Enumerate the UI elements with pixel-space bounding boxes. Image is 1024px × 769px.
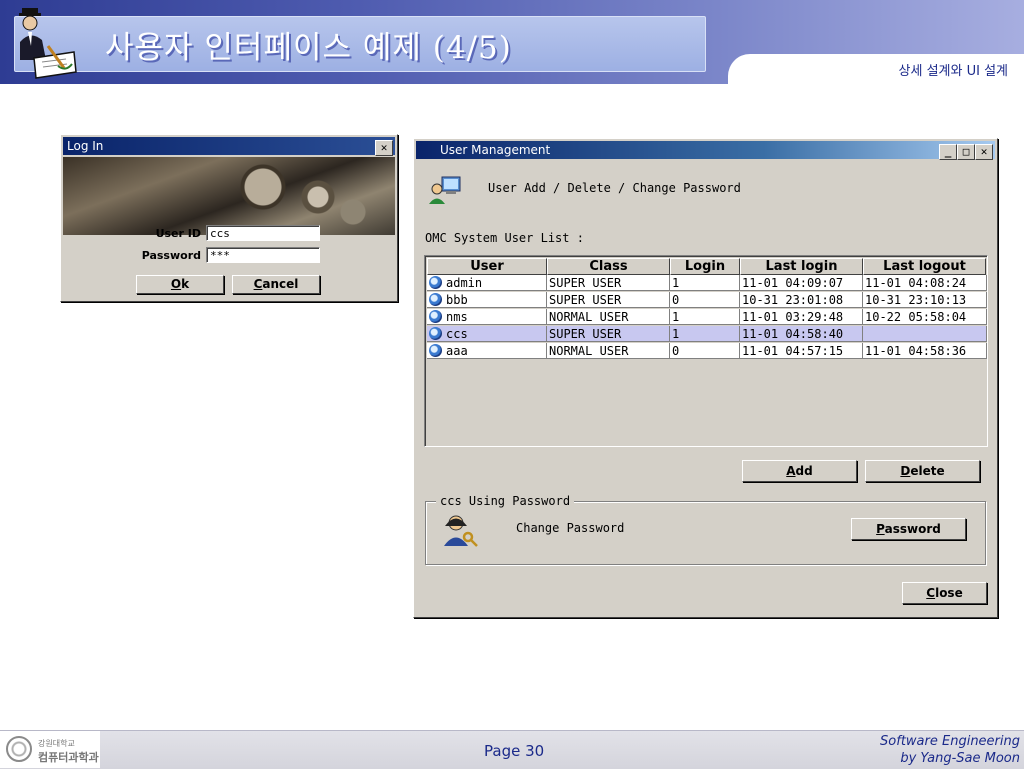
password-group-legend: ccs Using Password	[436, 494, 575, 508]
user-globe-icon	[429, 293, 442, 306]
ok-button[interactable]: Ok	[136, 275, 224, 294]
cell-last-logout: 10-31 23:10:13	[863, 292, 987, 308]
cell-login: 1	[670, 326, 740, 342]
maximize-button[interactable]: □	[957, 144, 975, 160]
cell-last-logout	[863, 326, 987, 342]
login-close-button[interactable]: ✕	[375, 140, 393, 156]
user-globe-icon	[429, 344, 442, 357]
column-header-login[interactable]: Login	[670, 258, 740, 275]
cell-user-text: admin	[446, 276, 483, 290]
footer-credit-course: Software Engineering	[880, 734, 1020, 749]
cell-last-login: 11-01 03:29:48	[740, 309, 863, 325]
cell-login: 1	[670, 275, 740, 291]
cancel-button-label: ancel	[262, 277, 299, 291]
delete-button-label: elete	[910, 464, 945, 478]
cell-class: SUPER USER	[547, 326, 670, 342]
page-number: Page 30	[484, 742, 545, 760]
user-id-input[interactable]: ccs	[206, 225, 320, 241]
password-button-label: assword	[884, 522, 941, 536]
add-button[interactable]: Add	[742, 460, 857, 482]
password-label: Password	[141, 249, 201, 262]
cell-last-logout: 11-01 04:58:36	[863, 343, 987, 359]
users-computer-icon	[429, 176, 461, 204]
ok-button-mnemonic: O	[170, 277, 182, 291]
login-window-title: Log In	[67, 139, 104, 153]
user-globe-icon	[429, 327, 442, 340]
cell-login: 0	[670, 292, 740, 308]
cell-last-logout: 11-01 04:08:24	[863, 275, 987, 291]
user-id-label: User ID	[155, 227, 201, 240]
cell-login: 0	[670, 343, 740, 359]
cell-class: SUPER USER	[547, 275, 670, 291]
login-titlebar[interactable]: Log In ✕	[63, 137, 395, 156]
cell-user-text: ccs	[446, 327, 468, 341]
user-key-icon	[444, 515, 478, 547]
footer-credit: Software Engineering by Yang-Sae Moon	[880, 733, 1020, 767]
minimize-button[interactable]: _	[939, 144, 957, 160]
table-row[interactable]: nms NORMAL USER 1 11-01 03:29:48 10-22 0…	[427, 309, 987, 326]
password-button-mnemonic: P	[876, 522, 885, 536]
close-button[interactable]: Close	[902, 582, 987, 604]
um-close-title-button[interactable]: ✕	[975, 144, 993, 160]
change-password-text: Change Password	[516, 521, 625, 535]
cell-login: 1	[670, 309, 740, 325]
cell-last-login: 10-31 23:01:08	[740, 292, 863, 308]
user-list-view[interactable]: User Class Login Last login Last logout …	[424, 255, 988, 447]
cell-last-login: 11-01 04:57:15	[740, 343, 863, 359]
add-button-label: dd	[795, 464, 813, 478]
user-list-label: OMC System User List :	[425, 231, 584, 245]
user-globe-icon	[429, 310, 442, 323]
login-banner-image	[63, 157, 395, 235]
um-window-title: User Management	[440, 143, 551, 157]
cell-user: nms	[427, 309, 547, 325]
cell-class: NORMAL USER	[547, 309, 670, 325]
password-input[interactable]: ***	[206, 247, 320, 263]
cell-last-logout: 10-22 05:58:04	[863, 309, 987, 325]
column-header-last-logout[interactable]: Last logout	[863, 258, 986, 275]
login-window: Log In ✕ User ID ccs Password *** Ok Can…	[60, 134, 398, 302]
cell-class: NORMAL USER	[547, 343, 670, 359]
slide-title: 사용자 인터페이스 예제 (4/5)	[105, 30, 512, 66]
column-header-user[interactable]: User	[427, 258, 547, 275]
column-header-last-login[interactable]: Last login	[740, 258, 863, 275]
delete-button-mnemonic: D	[900, 464, 911, 478]
footer-department: 컴퓨터과학과	[38, 751, 99, 764]
footer-university: 강원대학교	[38, 739, 75, 748]
cell-user: bbb	[427, 292, 547, 308]
table-row[interactable]: bbb SUPER USER 0 10-31 23:01:08 10-31 23…	[427, 292, 987, 309]
user-globe-icon	[429, 276, 442, 289]
footer-credit-author: by Yang-Sae Moon	[900, 751, 1020, 766]
cell-user-text: bbb	[446, 293, 468, 307]
user-management-window: User Management _ □ ✕ User Add / Delete …	[413, 138, 998, 618]
university-seal-icon	[6, 736, 32, 762]
cell-user: admin	[427, 275, 547, 291]
um-titlebar[interactable]: User Management _ □ ✕	[416, 141, 995, 160]
cell-user: aaa	[427, 343, 547, 359]
add-button-mnemonic: A	[786, 464, 796, 478]
close-button-mnemonic: C	[926, 586, 936, 600]
table-row[interactable]: admin SUPER USER 1 11-01 04:09:07 11-01 …	[427, 275, 987, 292]
cell-class: SUPER USER	[547, 292, 670, 308]
cell-last-login: 11-01 04:58:40	[740, 326, 863, 342]
password-button[interactable]: Password	[851, 518, 966, 540]
table-row-selected[interactable]: ccs SUPER USER 1 11-01 04:58:40	[427, 326, 987, 343]
slide-subtitle: 상세 설계와 UI 설계	[898, 64, 1008, 79]
cancel-button[interactable]: Cancel	[232, 275, 320, 294]
table-row[interactable]: aaa NORMAL USER 0 11-01 04:57:15 11-01 0…	[427, 343, 987, 360]
ok-button-label: k	[181, 277, 190, 291]
column-header-class[interactable]: Class	[547, 258, 670, 275]
close-button-label: lose	[935, 586, 963, 600]
delete-button[interactable]: Delete	[865, 460, 980, 482]
cell-last-login: 11-01 04:09:07	[740, 275, 863, 291]
writer-at-desk-icon	[19, 8, 77, 79]
cell-user-text: aaa	[446, 344, 468, 358]
um-header-text: User Add / Delete / Change Password	[488, 181, 741, 195]
cell-user-text: nms	[446, 310, 468, 324]
cell-user: ccs	[427, 326, 547, 342]
